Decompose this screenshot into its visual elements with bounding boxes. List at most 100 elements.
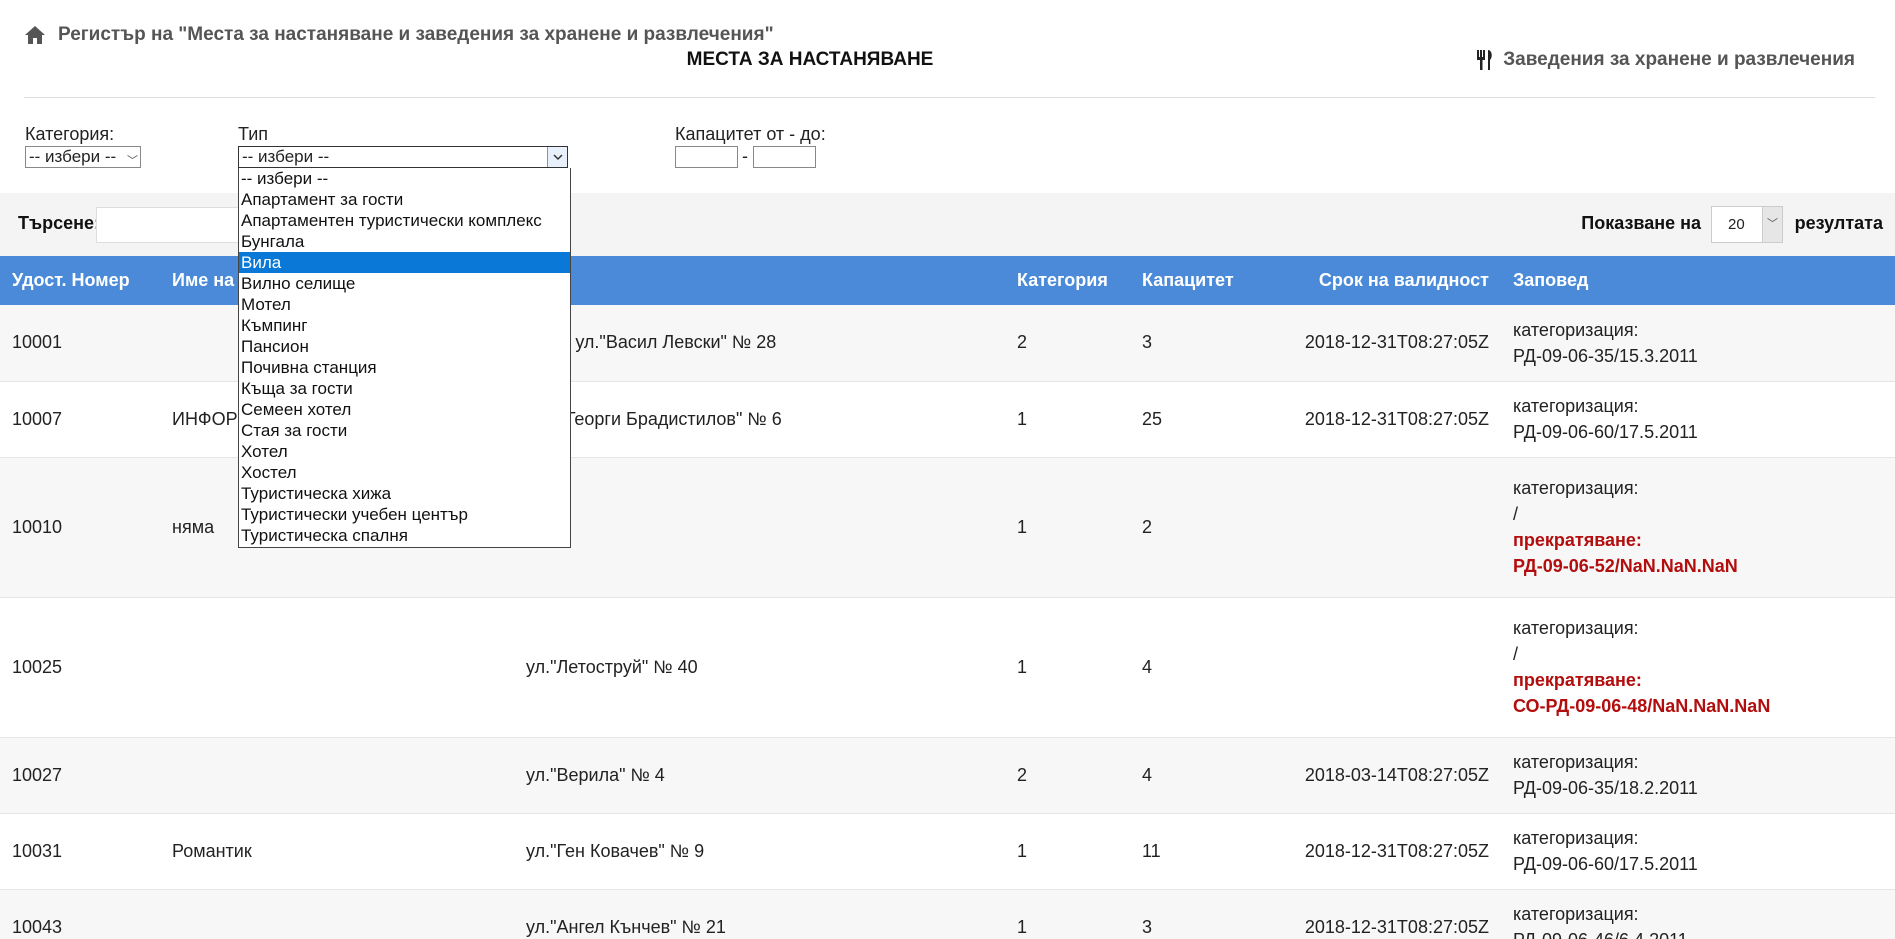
- cell-name: [160, 889, 520, 939]
- order-text: категоризация:: [1513, 752, 1639, 772]
- col-capacity[interactable]: Капацитет: [1130, 256, 1285, 305]
- cell-address: ул."Летоструй" № 40: [520, 597, 1005, 738]
- header-divider: [24, 97, 1875, 98]
- col-cert-number[interactable]: Удост. Номер: [0, 256, 160, 305]
- type-option[interactable]: Апартаментен туристически комплекс: [239, 210, 570, 231]
- type-option[interactable]: Туристическа хижа: [239, 483, 570, 504]
- chevron-down-icon: ﹀: [127, 155, 138, 167]
- order-text: категоризация:: [1513, 478, 1639, 498]
- category-label: Категория:: [25, 124, 115, 144]
- cell-validity: 2018-12-31T08:27:05Z: [1285, 813, 1501, 890]
- type-option[interactable]: Къща за гости: [239, 378, 570, 399]
- cell-name: Романтик: [160, 813, 520, 890]
- termination-text: РД-09-06-52/NaN.NaN.NaN: [1513, 556, 1738, 576]
- termination-text: прекратяване:: [1513, 530, 1642, 550]
- table-row[interactable]: 10027 ул."Верила" № 4 2 4 2018-03-14T08:27:0…: [0, 737, 1895, 814]
- type-option[interactable]: Туристически учебен център: [239, 504, 570, 525]
- cell-category: 2: [1005, 737, 1130, 814]
- type-option[interactable]: Хостел: [239, 462, 570, 483]
- type-option[interactable]: Апартамент за гости: [239, 189, 570, 210]
- type-option[interactable]: -- избери --: [239, 168, 570, 189]
- type-option[interactable]: Вилно селище: [239, 273, 570, 294]
- termination-text: прекратяване:: [1513, 670, 1642, 690]
- type-option[interactable]: Стая за гости: [239, 420, 570, 441]
- cell-cert-number: 10031: [0, 813, 160, 890]
- type-option[interactable]: Хотел: [239, 441, 570, 462]
- home-link[interactable]: Регистър на "Места за настаняване и заве…: [24, 24, 774, 46]
- cell-category: 1: [1005, 457, 1130, 598]
- cell-name: [160, 597, 520, 738]
- col-validity[interactable]: Срок на валидност: [1285, 256, 1501, 305]
- type-option[interactable]: Почивна станция: [239, 357, 570, 378]
- table-row[interactable]: 10043 ул."Ангел Кънчев" № 21 1 3 2018-12-31T…: [0, 889, 1895, 939]
- order-text: РД-09-06-35/15.3.2011: [1513, 345, 1698, 366]
- order-text: РД-09-06-60/17.5.2011: [1513, 422, 1698, 442]
- cell-order: категоризация: / прекратяване: СО-РД-09-06-…: [1501, 597, 1895, 738]
- order-text: категоризация:: [1513, 319, 1639, 340]
- cell-cert-number: 10001: [0, 305, 160, 382]
- cell-name: [160, 737, 520, 814]
- cell-category: 1: [1005, 813, 1130, 890]
- type-option[interactable]: Вила: [239, 252, 570, 273]
- cell-category: 1: [1005, 889, 1130, 939]
- cell-category: 1: [1005, 597, 1130, 738]
- order-text: категоризация:: [1513, 618, 1639, 638]
- type-option[interactable]: Пансион: [239, 336, 570, 357]
- type-option[interactable]: Семеен хотел: [239, 399, 570, 420]
- food-venues-link[interactable]: Заведения за хранене и развлечения: [1475, 49, 1855, 71]
- page-size-value: 20: [1728, 216, 1745, 233]
- cell-category: 2: [1005, 305, 1130, 382]
- home-icon: [25, 26, 45, 44]
- capacity-dash: -: [742, 146, 748, 166]
- cell-cert-number: 10010: [0, 457, 160, 598]
- chevron-down-icon[interactable]: [547, 147, 567, 167]
- category-select[interactable]: -- избери -- ﹀: [25, 146, 141, 168]
- search-input[interactable]: [96, 207, 246, 243]
- cell-address: ован, ул."Васил Левски" № 28: [520, 305, 1005, 382]
- cell-validity: 2018-03-14T08:27:05Z: [1285, 737, 1501, 814]
- cell-cert-number: 10007: [0, 381, 160, 458]
- type-select[interactable]: -- избери --: [238, 146, 568, 168]
- top-header: Регистър на "Места за настаняване и заве…: [0, 0, 1895, 100]
- col-address[interactable]: с: [520, 256, 1005, 305]
- col-order[interactable]: Заповед: [1501, 256, 1895, 305]
- termination-text: СО-РД-09-06-48/NaN.NaN.NaN: [1513, 696, 1771, 716]
- search-label: Търсене:: [18, 213, 101, 233]
- capacity-from-input[interactable]: [675, 146, 738, 168]
- cell-order: категоризация: РД-09-06-46/6.4.2011: [1501, 889, 1895, 939]
- cell-capacity: 4: [1130, 597, 1285, 738]
- page-size-suffix: резултата: [1794, 213, 1883, 233]
- cell-capacity: 11: [1130, 813, 1285, 890]
- page-size-select[interactable]: 20 ﹀: [1711, 206, 1783, 243]
- table-row[interactable]: 10031 Романтик ул."Ген Ковачев" № 9 1 11 2018…: [0, 813, 1895, 890]
- capacity-to-input[interactable]: [753, 146, 816, 168]
- cell-capacity: 4: [1130, 737, 1285, 814]
- type-label: Тип: [238, 124, 269, 144]
- order-text: /: [1513, 644, 1519, 664]
- cell-capacity: 3: [1130, 889, 1285, 939]
- col-category[interactable]: Категория: [1005, 256, 1130, 305]
- type-option[interactable]: Къмпинг: [239, 315, 570, 336]
- page-size-label: Показване на: [1581, 213, 1701, 233]
- cell-validity: [1285, 457, 1501, 598]
- cell-validity: 2018-12-31T08:27:05Z: [1285, 889, 1501, 939]
- type-option[interactable]: Туристическа спалня: [239, 525, 570, 546]
- cell-order: категоризация: РД-09-06-35/15.3.2011: [1501, 305, 1895, 382]
- order-text: категоризация:: [1513, 396, 1639, 416]
- table-row[interactable]: 10025 ул."Летоструй" № 40 1 4 категоризация:…: [0, 597, 1895, 738]
- cell-address: <: [520, 457, 1005, 598]
- order-text: /: [1513, 504, 1519, 524]
- cell-address: ул."Ангел Кънчев" № 21: [520, 889, 1005, 939]
- cell-cert-number: 10025: [0, 597, 160, 738]
- type-option[interactable]: Мотел: [239, 294, 570, 315]
- cell-address: роф.Георги Брадистилов" № 6: [520, 381, 1005, 458]
- cell-capacity: 2: [1130, 457, 1285, 598]
- type-option[interactable]: Бунгала: [239, 231, 570, 252]
- category-select-value: -- избери --: [29, 147, 117, 166]
- food-venues-label[interactable]: Заведения за хранене и развлечения: [1503, 49, 1855, 71]
- page-title: МЕСТА ЗА НАСТАНЯВАНЕ: [686, 49, 934, 70]
- cell-cert-number: 10043: [0, 889, 160, 939]
- type-select-value: -- избери --: [242, 147, 330, 166]
- order-text: категоризация:: [1513, 904, 1639, 924]
- home-link-label[interactable]: Регистър на "Места за настаняване и заве…: [58, 24, 774, 46]
